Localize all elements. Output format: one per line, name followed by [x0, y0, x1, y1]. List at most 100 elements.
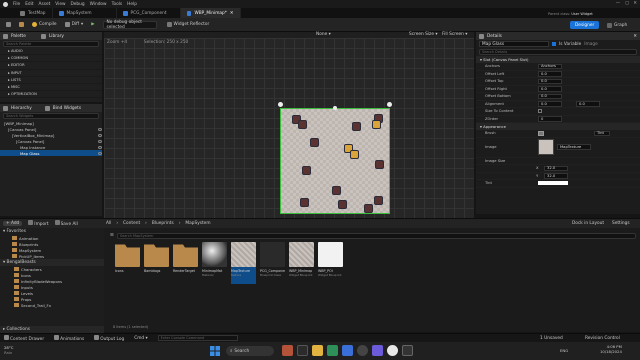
palette-tab[interactable]: Palette	[11, 34, 26, 39]
unsaved-indicator[interactable]: 1 Unsaved	[540, 336, 563, 341]
animations-button[interactable]: Animations	[54, 334, 84, 342]
resize-handle[interactable]	[387, 102, 392, 107]
add-button[interactable]: + Add	[3, 221, 23, 226]
console-input[interactable]: Enter Console Command	[157, 335, 238, 341]
menu-window[interactable]: Window	[90, 2, 107, 7]
property-value[interactable]: 0.0	[538, 71, 562, 77]
brush-tint-select[interactable]: Tint	[594, 130, 610, 136]
fill-screen-select[interactable]: Fill Screen ▾	[442, 32, 467, 37]
appearance-section-header[interactable]: ▾ Appearance	[476, 123, 640, 130]
menu-edit[interactable]: Edit	[25, 2, 33, 7]
visibility-icon[interactable]	[98, 133, 102, 137]
asset-tile[interactable]: Bamidogs	[144, 242, 169, 284]
widget-name-input[interactable]: Map Glass	[479, 41, 549, 47]
menu-debug[interactable]: Debug	[70, 2, 84, 7]
task-view-icon[interactable]	[297, 345, 308, 356]
is-variable-checkbox[interactable]	[552, 42, 556, 46]
category-misc[interactable]: ▸ MISC	[0, 84, 102, 92]
app-icon[interactable]	[372, 345, 383, 356]
asset-tile[interactable]: MapTexture Texture	[231, 242, 256, 284]
asset-tile[interactable]: Icons	[115, 242, 140, 284]
hierarchy-search-input[interactable]: Search Widgets	[3, 113, 99, 119]
windows-start-icon[interactable]	[210, 346, 220, 356]
resize-handle[interactable]	[278, 102, 283, 107]
visibility-icon[interactable]	[98, 145, 102, 149]
minimize-icon[interactable]: —	[616, 1, 620, 6]
weather-widget[interactable]: 28°C Rain	[4, 345, 13, 355]
hierarchy-tab[interactable]: Hierarchy	[11, 106, 32, 111]
bind-widgets-tab[interactable]: Bind Widgets	[53, 106, 81, 111]
designer-viewport[interactable]: Zoom +4 Selection: 250 x 250	[104, 38, 474, 218]
menu-file[interactable]: File	[13, 2, 20, 7]
property-value[interactable]: Anchors	[538, 63, 562, 69]
mode-select[interactable]: None ▾	[316, 32, 331, 37]
folder-item[interactable]: Second_Trail_Fx	[0, 302, 104, 308]
menu-tools[interactable]: Tools	[112, 2, 123, 7]
screen-size-select[interactable]: Screen Size ▾	[409, 32, 438, 37]
menu-help[interactable]: Help	[127, 2, 137, 7]
library-tab[interactable]: Library	[49, 34, 64, 39]
tab-mapsystem[interactable]: MapSystem	[53, 8, 117, 18]
save-all-button[interactable]: Save All	[54, 220, 78, 227]
tint-swatch[interactable]	[538, 181, 568, 186]
menu-view[interactable]: View	[55, 2, 65, 7]
designer-button[interactable]: Designer	[570, 21, 600, 29]
app-icon[interactable]	[402, 345, 413, 356]
details-tab[interactable]: Details	[487, 34, 502, 39]
output-log-button[interactable]: Output Log	[94, 334, 124, 342]
hierarchy-item[interactable]: Map Glass	[0, 150, 102, 156]
visibility-icon[interactable]	[98, 151, 102, 155]
property-value[interactable]: 0	[538, 116, 562, 122]
favorites-header[interactable]: ▾ Favorites	[0, 228, 104, 235]
size-to-content-checkbox[interactable]	[538, 109, 542, 114]
visibility-icon[interactable]	[98, 127, 102, 131]
category-common[interactable]: ▸ COMMON	[0, 55, 102, 63]
tab-wbp-minimap[interactable]: WBP_Minimap* ✕	[180, 8, 241, 18]
category-optimization[interactable]: ▸ OPTIMIZATION	[0, 91, 102, 99]
compile-button[interactable]: Compile	[28, 20, 61, 29]
tab-testmap[interactable]: TestMap	[0, 8, 53, 18]
app-icon[interactable]	[327, 345, 338, 356]
asset-tile[interactable]: MinimapMat Material	[202, 242, 227, 284]
property-value[interactable]: 0.0	[538, 78, 562, 84]
details-search-input[interactable]: Search Details	[479, 49, 637, 55]
brush-swatch[interactable]	[538, 130, 544, 136]
menu-asset[interactable]: Asset	[39, 2, 51, 7]
unreal-engine-icon[interactable]	[387, 345, 398, 356]
category-lists[interactable]: ▸ LISTS	[0, 77, 102, 84]
browser-icon[interactable]	[342, 345, 353, 356]
category-editor[interactable]: ▸ EDITOR	[0, 62, 102, 70]
asset-tile[interactable]: WBP_POI Widget Blueprint	[318, 242, 343, 284]
slot-section-header[interactable]: ▾ Slot (Canvas Panel Slot)	[476, 56, 640, 63]
graph-button[interactable]: Graph	[602, 21, 632, 29]
project-header[interactable]: ▾ BengalBeasts	[0, 259, 104, 266]
browse-icon[interactable]	[15, 20, 28, 29]
save-icon[interactable]	[2, 20, 15, 29]
play-icon[interactable]: ▶	[87, 20, 98, 29]
close-icon[interactable]: ✕	[633, 1, 637, 6]
category-audio[interactable]: ▸ AUDIO	[0, 48, 102, 56]
size-x-input[interactable]: 32.0	[544, 165, 568, 171]
palette-search-input[interactable]: Search Palette	[3, 41, 99, 47]
category-input[interactable]: ▸ INPUT	[0, 70, 102, 77]
asset-tile[interactable]: WBP_Minimap Widget Blueprint	[289, 242, 314, 284]
cmd-select[interactable]: Cmd ▾	[134, 336, 147, 341]
image-asset-select[interactable]: MapTexture	[557, 144, 591, 150]
file-explorer-icon[interactable]	[312, 345, 323, 356]
close-details-icon[interactable]: ✕	[633, 34, 637, 39]
widget-reflector-button[interactable]: Widget Reflector	[163, 20, 214, 29]
map-glass-widget[interactable]	[278, 102, 392, 214]
maximize-icon[interactable]: ▢	[625, 1, 629, 6]
property-value[interactable]: 0.0	[538, 86, 562, 92]
property-value[interactable]: 0.0	[538, 101, 562, 107]
close-tab-icon[interactable]: ✕	[230, 11, 234, 16]
system-clock[interactable]: 4:06 PM 10/18/2024	[600, 344, 622, 354]
diff-button[interactable]: Diff ▾	[61, 20, 88, 29]
anchor-handle[interactable]	[333, 106, 337, 110]
collections-header[interactable]: ▸ Collections	[0, 326, 104, 333]
debug-object-select[interactable]: No debug object selected	[102, 20, 157, 30]
property-value[interactable]: 0.0	[538, 93, 562, 99]
property-value[interactable]: 0.0	[576, 101, 600, 107]
revision-control-button[interactable]: Revision Control	[585, 336, 620, 341]
taskbar-search[interactable]: ⌕ Search	[226, 346, 274, 356]
